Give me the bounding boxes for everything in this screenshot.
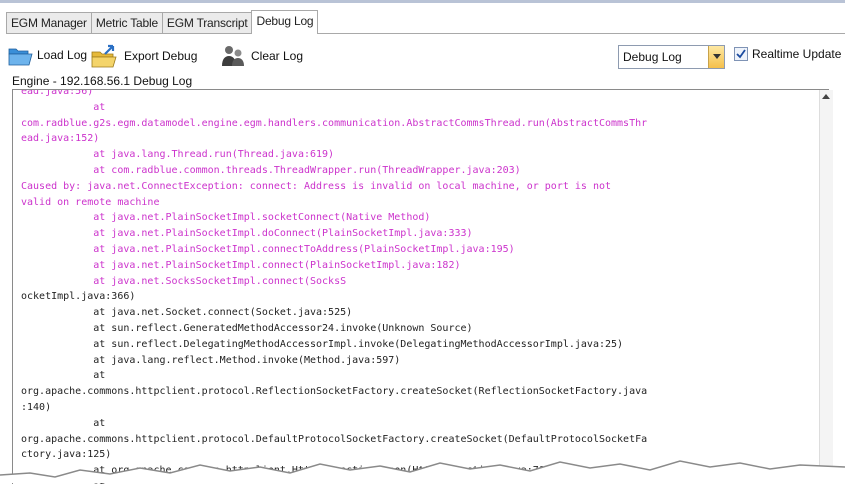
chevron-down-icon <box>712 54 721 59</box>
log-line: at java.net.PlainSocketImpl.socketConnec… <box>21 212 431 224</box>
export-debug-button[interactable]: Export Debug <box>91 44 197 68</box>
log-line: at java.lang.reflect.Method.invoke(Metho… <box>21 354 401 366</box>
log-content: ead.java:56) at com.radblue.g2s.egm.datam… <box>21 89 801 484</box>
users-icon <box>222 46 244 66</box>
log-line: Caused by: java.net.ConnectException: co… <box>21 180 612 192</box>
tab-egm-transcript[interactable]: EGM Transcript <box>161 12 253 33</box>
load-log-button[interactable]: Load Log <box>8 44 87 66</box>
log-line: at sun.reflect.GeneratedMethodAccessor24… <box>21 322 473 334</box>
clear-log-label: Clear Log <box>251 49 304 63</box>
debug-log-textarea[interactable]: ead.java:56) at com.radblue.g2s.egm.datam… <box>12 89 829 484</box>
realtime-update-label: Realtime Update <box>752 47 842 61</box>
log-line: com.radblue.g2s.egm.datamodel.engine.egm… <box>21 117 648 129</box>
log-line: org.apache.commons.httpclient.protocol.R… <box>21 386 648 398</box>
log-line: ead.java:152) <box>21 133 100 145</box>
tab-bar: EGM Manager Metric Table EGM Transcript … <box>6 10 319 34</box>
checkmark-icon <box>736 49 746 59</box>
export-folder-icon <box>91 44 117 68</box>
log-line: at java.net.PlainSocketImpl.connectToAdd… <box>21 243 515 255</box>
log-line: at <box>21 370 106 382</box>
tab-egm-manager[interactable]: EGM Manager <box>6 12 92 33</box>
log-line: at sun.reflect.DelegatingMethodAccessorI… <box>21 338 624 350</box>
log-select-dropdown[interactable]: Debug Log <box>618 45 725 69</box>
log-line: at java.net.PlainSocketImpl.connect(Plai… <box>21 259 461 271</box>
vertical-scrollbar[interactable] <box>819 90 833 483</box>
log-line: at com.radblue.common.threads.ThreadWrap… <box>21 164 521 176</box>
folder-open-icon <box>8 48 33 66</box>
load-log-label: Load Log <box>37 48 88 62</box>
realtime-update-toggle[interactable]: Realtime Update <box>734 47 841 61</box>
log-line: at java.net.PlainSocketImpl.doConnect(Pl… <box>21 228 473 240</box>
tab-metric-table[interactable]: Metric Table <box>90 12 163 33</box>
log-line: valid on remote machine <box>21 196 160 208</box>
window-top-border <box>0 0 845 3</box>
log-line: :140) <box>21 401 52 413</box>
engine-log-title: Engine - 192.168.56.1 Debug Log <box>12 74 193 88</box>
log-select-value: Debug Log <box>623 50 682 64</box>
log-line: at java.net.SocksSocketImpl.connect(Sock… <box>21 275 347 287</box>
tab-divider <box>6 33 845 34</box>
log-line: at <box>21 101 106 113</box>
clear-log-button[interactable]: Clear Log <box>220 44 303 68</box>
export-debug-label: Export Debug <box>124 49 198 63</box>
scroll-up-arrow-icon[interactable] <box>822 94 830 99</box>
realtime-update-checkbox[interactable] <box>734 47 748 61</box>
log-line: ead.java:56) <box>21 89 94 97</box>
torn-edge-decoration <box>0 460 845 483</box>
dropdown-arrow[interactable] <box>708 46 724 68</box>
log-line: at <box>21 417 106 429</box>
log-line: at java.lang.Thread.run(Thread.java:619) <box>21 149 335 161</box>
log-line: ocketImpl.java:366) <box>21 291 136 303</box>
tab-debug-log[interactable]: Debug Log <box>251 10 319 34</box>
log-line: at java.net.Socket.connect(Socket.java:5… <box>21 307 353 319</box>
